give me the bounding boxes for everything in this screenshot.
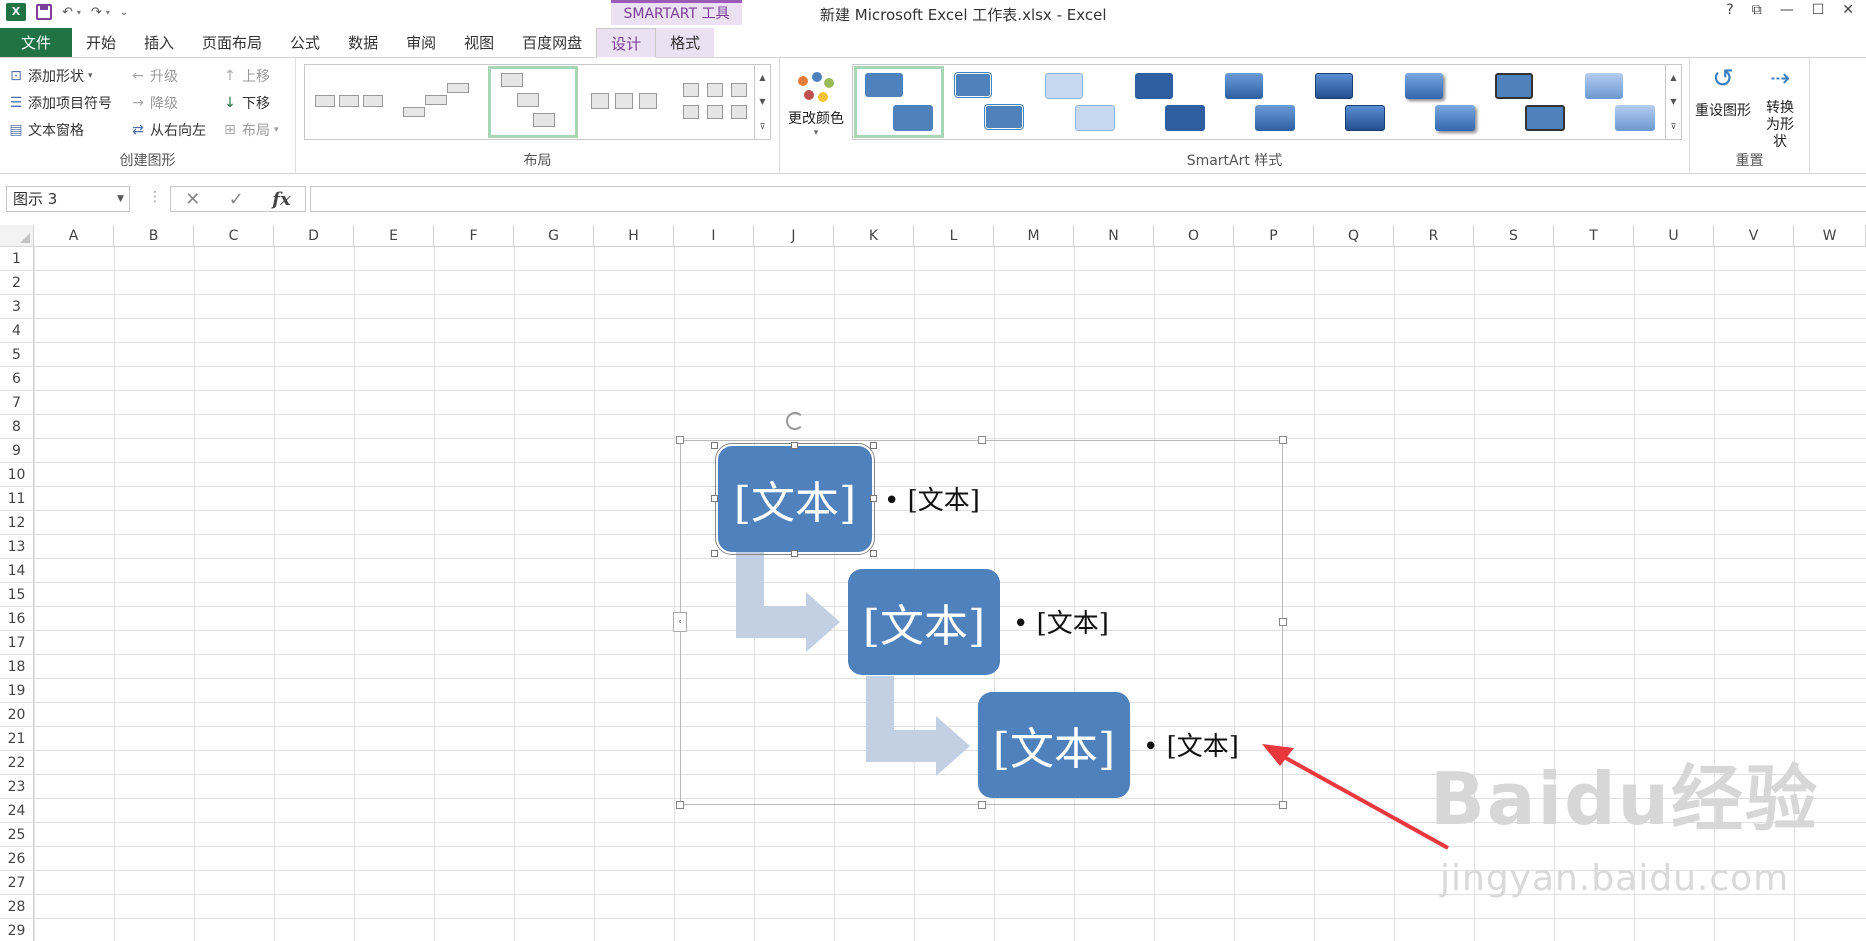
smartart-bullet-2[interactable]: [文本] [1013, 603, 1109, 640]
smartart-node-1[interactable]: [文本] [715, 443, 875, 555]
node-resize-handle[interactable] [711, 550, 718, 557]
node-resize-handle[interactable] [870, 495, 877, 502]
watermark-logo: Baidu经验 [1430, 757, 1819, 841]
watermark-url: jingyan.baidu.com [1440, 858, 1790, 899]
node-resize-handle[interactable] [870, 442, 877, 449]
node-resize-handle[interactable] [870, 550, 877, 557]
bent-arrow-2 [866, 676, 970, 776]
smartart-bullet-1[interactable]: [文本] [884, 480, 980, 517]
smartart-node-2[interactable]: [文本] [848, 569, 1000, 675]
annotation-arrowhead [1262, 744, 1294, 766]
node-resize-handle[interactable] [791, 550, 798, 557]
annotation-arrow [1274, 750, 1449, 850]
bent-arrow-1 [736, 552, 840, 652]
node-resize-handle[interactable] [711, 442, 718, 449]
smartart-node-3[interactable]: [文本] [978, 692, 1130, 798]
smartart-bullet-3[interactable]: [文本] [1143, 726, 1239, 763]
node-resize-handle[interactable] [791, 442, 798, 449]
node-resize-handle[interactable] [711, 495, 718, 502]
